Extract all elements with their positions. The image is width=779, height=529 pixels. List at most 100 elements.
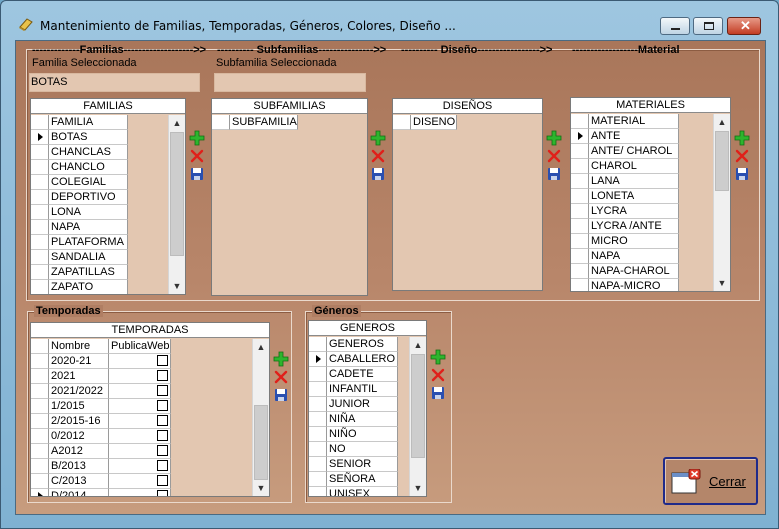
row-selector[interactable] bbox=[393, 115, 411, 130]
row-selector[interactable] bbox=[31, 429, 49, 444]
row-selector[interactable] bbox=[571, 234, 589, 249]
publicaweb-checkbox[interactable] bbox=[157, 460, 168, 471]
materiales-save-icon[interactable] bbox=[734, 166, 750, 182]
familias-row[interactable]: CHANCLAS bbox=[31, 145, 128, 160]
materiales-cell[interactable]: NAPA-MICRO bbox=[589, 279, 679, 291]
cerrar-button[interactable]: Cerrar bbox=[663, 457, 758, 505]
publicaweb-checkbox[interactable] bbox=[157, 355, 168, 366]
publicaweb-checkbox[interactable] bbox=[157, 445, 168, 456]
publicaweb-checkbox[interactable] bbox=[157, 430, 168, 441]
disenos-row[interactable]: DISENO bbox=[393, 115, 457, 130]
row-selector[interactable] bbox=[31, 414, 49, 429]
familias-save-icon[interactable] bbox=[189, 166, 205, 182]
generos-row[interactable]: GENEROS bbox=[309, 337, 398, 352]
familias-cell[interactable]: LONA bbox=[49, 205, 128, 220]
generos-cell[interactable]: NIÑO bbox=[327, 427, 398, 442]
temporadas-cell[interactable]: D/2014 bbox=[49, 489, 109, 496]
row-selector[interactable] bbox=[31, 265, 49, 280]
temporadas-cell[interactable]: 0/2012 bbox=[49, 429, 109, 444]
disenos-save-icon[interactable] bbox=[546, 166, 562, 182]
row-selector[interactable] bbox=[31, 145, 49, 160]
row-selector[interactable] bbox=[31, 474, 49, 489]
row-selector[interactable] bbox=[309, 367, 327, 382]
temporadas-column-header[interactable]: PublicaWeb bbox=[109, 339, 171, 354]
materiales-cell[interactable]: CHAROL bbox=[589, 159, 679, 174]
scroll-thumb[interactable] bbox=[254, 405, 268, 480]
generos-row[interactable]: INFANTIL bbox=[309, 382, 398, 397]
row-selector[interactable] bbox=[31, 205, 49, 220]
row-selector[interactable] bbox=[31, 369, 49, 384]
publicaweb-checkbox[interactable] bbox=[157, 415, 168, 426]
row-selector[interactable] bbox=[571, 189, 589, 204]
familias-cell[interactable]: CHANCLAS bbox=[49, 145, 128, 160]
familias-row[interactable]: NAPA bbox=[31, 220, 128, 235]
temporadas-column-header[interactable]: Nombre bbox=[49, 339, 109, 354]
familias-cell[interactable]: CHANCLO bbox=[49, 160, 128, 175]
materiales-cell[interactable]: LANA bbox=[589, 174, 679, 189]
generos-cell[interactable]: CABALLERO bbox=[327, 352, 398, 367]
row-selector[interactable] bbox=[571, 174, 589, 189]
familias-cell[interactable]: FAMILIA bbox=[49, 115, 128, 130]
familias-cell[interactable]: NAPA bbox=[49, 220, 128, 235]
materiales-row[interactable]: NAPA-MICRO bbox=[571, 279, 679, 291]
materiales-cell[interactable]: LYCRA bbox=[589, 204, 679, 219]
materiales-row[interactable]: LYCRA bbox=[571, 204, 679, 219]
row-selector[interactable] bbox=[571, 159, 589, 174]
temporadas-cell[interactable]: B/2013 bbox=[49, 459, 109, 474]
row-selector[interactable] bbox=[31, 250, 49, 265]
generos-row[interactable]: SEÑORA bbox=[309, 472, 398, 487]
title-bar[interactable]: Mantenimiento de Familias, Temporadas, G… bbox=[1, 1, 778, 37]
materiales-cell[interactable]: NAPA-CHAROL bbox=[589, 264, 679, 279]
temporadas-row[interactable]: 1/2015 bbox=[31, 399, 171, 414]
familias-row[interactable]: DEPORTIVO bbox=[31, 190, 128, 205]
row-selector[interactable] bbox=[309, 442, 327, 457]
row-selector[interactable] bbox=[31, 384, 49, 399]
temporadas-save-icon[interactable] bbox=[273, 387, 289, 403]
generos-delete-icon[interactable] bbox=[430, 367, 446, 383]
temporadas-row[interactable]: 2/2015-16 bbox=[31, 414, 171, 429]
familias-scrollbar[interactable]: ▲ ▼ bbox=[168, 115, 185, 294]
scroll-down-icon[interactable]: ▼ bbox=[714, 275, 730, 291]
temporadas-cell[interactable]: C/2013 bbox=[49, 474, 109, 489]
close-window-button[interactable]: ✕ bbox=[727, 17, 761, 35]
temporadas-cell[interactable]: 2020-21 bbox=[49, 354, 109, 369]
publicaweb-checkbox[interactable] bbox=[157, 475, 168, 486]
generos-cell[interactable]: SEÑORA bbox=[327, 472, 398, 487]
generos-cell[interactable]: SENIOR bbox=[327, 457, 398, 472]
row-selector[interactable] bbox=[31, 130, 49, 145]
row-selector[interactable] bbox=[31, 280, 49, 294]
temporadas-cell[interactable]: 2021 bbox=[49, 369, 109, 384]
scroll-thumb[interactable] bbox=[170, 132, 184, 256]
row-selector[interactable] bbox=[309, 457, 327, 472]
scroll-thumb[interactable] bbox=[715, 131, 729, 191]
disenos-grid[interactable]: DISEÑOS DISENO bbox=[392, 98, 543, 291]
materiales-row[interactable]: MICRO bbox=[571, 234, 679, 249]
subfamilias-row[interactable]: SUBFAMILIA bbox=[212, 115, 298, 130]
materiales-row[interactable]: NAPA-CHAROL bbox=[571, 264, 679, 279]
scroll-up-icon[interactable]: ▲ bbox=[410, 337, 426, 353]
generos-cell[interactable]: NIÑA bbox=[327, 412, 398, 427]
materiales-cell[interactable]: MICRO bbox=[589, 234, 679, 249]
materiales-row[interactable]: CHAROL bbox=[571, 159, 679, 174]
temporadas-cell[interactable]: 2021/2022 bbox=[49, 384, 109, 399]
temporadas-row[interactable]: D/2014 bbox=[31, 489, 171, 496]
generos-scrollbar[interactable]: ▲ ▼ bbox=[409, 337, 426, 496]
temporadas-row[interactable]: 2020-21 bbox=[31, 354, 171, 369]
scroll-up-icon[interactable]: ▲ bbox=[253, 339, 269, 355]
familias-add-icon[interactable] bbox=[189, 130, 205, 146]
scroll-up-icon[interactable]: ▲ bbox=[714, 114, 730, 130]
generos-cell[interactable]: JUNIOR bbox=[327, 397, 398, 412]
familias-grid[interactable]: FAMILIAS ▲ ▼ FAMILIA BOTAS CHANCLAS CHANCLO… bbox=[30, 98, 186, 295]
row-selector[interactable] bbox=[309, 487, 327, 496]
row-selector[interactable] bbox=[571, 114, 589, 129]
row-selector[interactable] bbox=[31, 220, 49, 235]
materiales-row[interactable]: MATERIAL bbox=[571, 114, 679, 129]
generos-row[interactable]: SENIOR bbox=[309, 457, 398, 472]
row-selector[interactable] bbox=[309, 472, 327, 487]
temporadas-delete-icon[interactable] bbox=[273, 369, 289, 385]
subfamilias-delete-icon[interactable] bbox=[370, 148, 386, 164]
materiales-delete-icon[interactable] bbox=[734, 148, 750, 164]
generos-row[interactable]: CABALLERO bbox=[309, 352, 398, 367]
publicaweb-checkbox[interactable] bbox=[157, 385, 168, 396]
generos-row[interactable]: UNISEX bbox=[309, 487, 398, 496]
